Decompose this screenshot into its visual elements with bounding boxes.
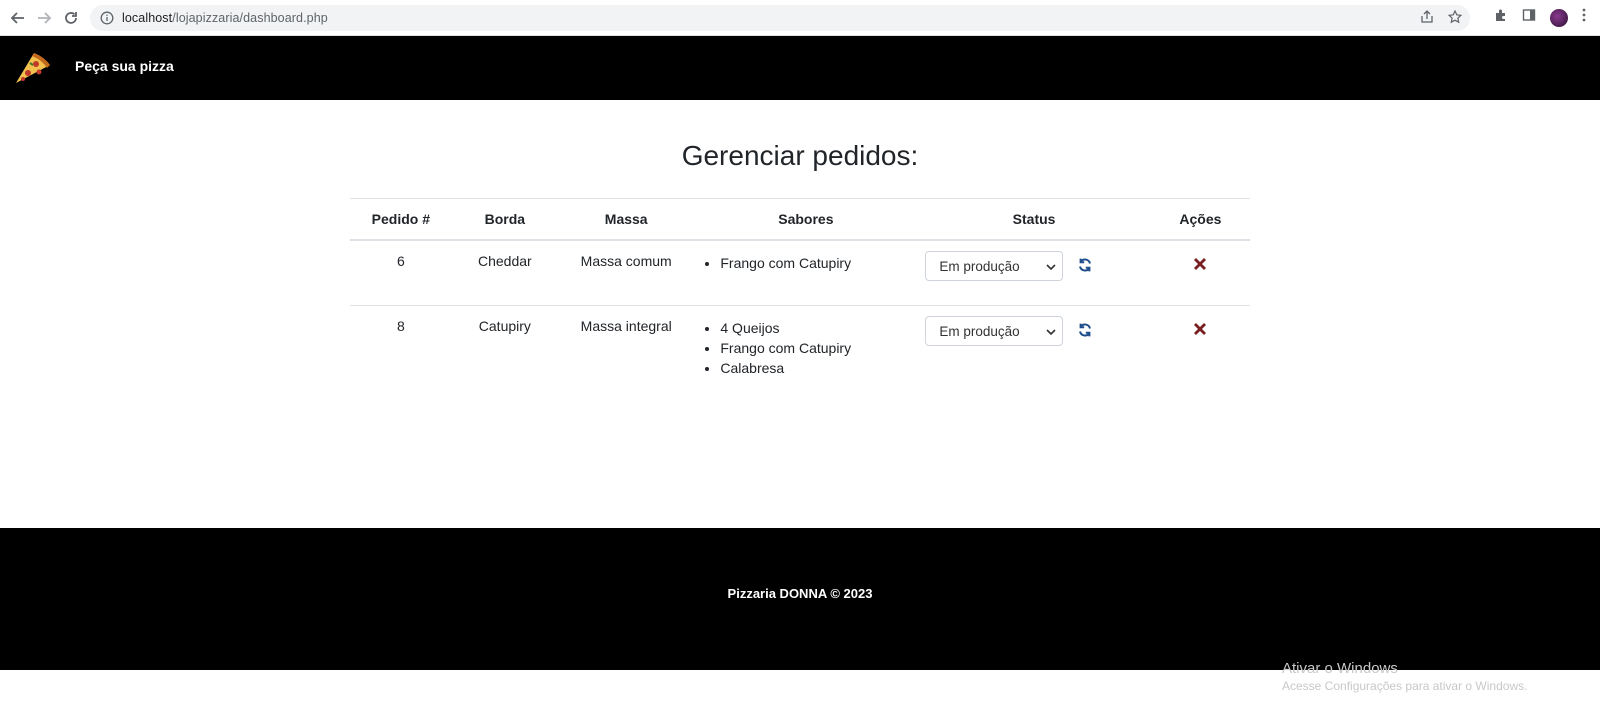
column-header-status: Status — [917, 198, 1151, 241]
table-row: 8 Catupiry Massa integral 4 Queijos Fran… — [350, 306, 1250, 403]
site-info-icon[interactable] — [100, 11, 114, 25]
order-borda: Cheddar — [451, 240, 559, 306]
windows-activation-watermark: Ativar o Windows Acesse Configurações pa… — [1282, 660, 1527, 693]
site-header: Peça sua pizza — [0, 36, 1600, 100]
reload-icon[interactable] — [61, 8, 81, 28]
share-icon[interactable] — [1420, 10, 1434, 29]
order-id: 6 — [350, 240, 452, 306]
order-massa: Massa comum — [558, 240, 695, 306]
status-select[interactable]: Em produção — [925, 316, 1064, 346]
update-status-button[interactable] — [1075, 256, 1095, 276]
extensions-icon[interactable] — [1494, 8, 1508, 27]
address-bar[interactable]: localhost/lojapizzaria/dashboard.php — [90, 5, 1470, 31]
update-status-button[interactable] — [1075, 321, 1095, 341]
delete-order-button[interactable] — [1190, 320, 1210, 340]
column-header-pedido: Pedido # — [350, 198, 452, 241]
side-panel-icon[interactable] — [1522, 8, 1536, 27]
delete-order-button[interactable] — [1190, 255, 1210, 275]
order-actions-cell — [1150, 240, 1250, 306]
watermark-subtitle: Acesse Configurações para ativar o Windo… — [1282, 679, 1528, 693]
sabor-item: Frango com Catupiry — [720, 338, 909, 358]
pizza-slice-icon[interactable] — [12, 49, 52, 87]
order-status-cell: Em produção — [917, 306, 1150, 403]
column-header-sabores: Sabores — [694, 198, 918, 241]
status-select[interactable]: Em produção — [925, 251, 1064, 281]
sabor-item: Calabresa — [720, 358, 909, 378]
menu-kebab-icon[interactable] — [1582, 8, 1586, 27]
forward-icon[interactable] — [34, 8, 54, 28]
sabor-item: 4 Queijos — [720, 318, 909, 338]
page-title: Gerenciar pedidos: — [681, 140, 919, 171]
order-borda: Catupiry — [478, 318, 531, 334]
browser-toolbar: localhost/lojapizzaria/dashboard.php — [0, 0, 1600, 36]
status-select-value: Em produção — [939, 323, 1020, 339]
profile-avatar[interactable] — [1550, 8, 1568, 27]
order-sabores: 4 Queijos Frango com Catupiry Calabresa — [694, 306, 917, 403]
brand-link[interactable]: Peça sua pizza — [75, 58, 174, 74]
footer-copyright: Pizzaria DONNA © 2023 — [727, 586, 873, 601]
sabor-item: Frango com Catupiry — [720, 253, 909, 273]
table-header-row: Pedido # Borda Massa Sabores Status Açõe… — [350, 198, 1250, 241]
chevron-down-icon — [1046, 259, 1056, 274]
url-text: localhost/lojapizzaria/dashboard.php — [122, 11, 328, 25]
status-select-value: Em produção — [939, 258, 1020, 274]
order-status-cell: Em produção — [917, 240, 1151, 306]
chevron-down-icon — [1046, 324, 1056, 339]
column-header-acoes: Ações — [1150, 198, 1250, 241]
watermark-title: Ativar o Windows — [1282, 660, 1398, 677]
close-icon — [1193, 322, 1207, 339]
back-icon[interactable] — [8, 8, 28, 28]
refresh-icon — [1077, 257, 1093, 276]
column-header-borda: Borda — [451, 198, 559, 241]
order-id: 8 — [396, 318, 405, 334]
refresh-icon — [1077, 322, 1093, 341]
site-footer: Pizzaria DONNA © 2023 — [0, 528, 1600, 670]
order-sabores: Frango com Catupiry — [694, 240, 918, 306]
order-actions-cell — [1151, 306, 1250, 403]
order-massa: Massa integral — [580, 318, 672, 334]
close-icon — [1193, 257, 1207, 274]
bookmark-star-icon[interactable] — [1447, 9, 1463, 29]
column-header-massa: Massa — [558, 198, 695, 241]
table-row: 6 Cheddar Massa comum Frango com Catupir… — [350, 240, 1250, 306]
orders-table: Pedido # Borda Massa Sabores Status Açõe… — [350, 198, 1250, 402]
